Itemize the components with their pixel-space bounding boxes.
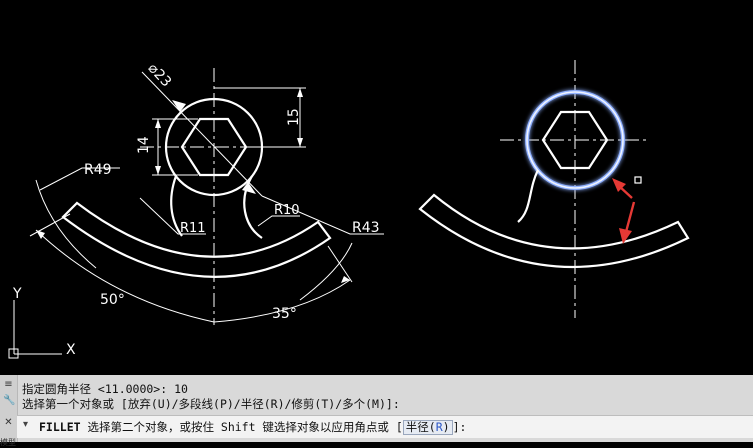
dim-diameter-leader <box>141 71 263 197</box>
option-radius-label: 半径( <box>405 420 436 434</box>
command-history-line: 选择第一个对象或 [放弃(U)/多段线(P)/半径(R)/修剪(T)/多个(M)… <box>22 397 400 411</box>
close-icon[interactable]: ✕ <box>3 417 14 428</box>
ucs-x-label: X <box>66 342 76 358</box>
dim-angle-arc-outer <box>35 179 97 269</box>
command-input[interactable]: ▾ FILLET 选择第二个对象，或按住 Shift 键选择对象以应用角点或 [… <box>17 415 753 438</box>
right-fillet[interactable] <box>517 169 539 223</box>
cad-drawing-canvas[interactable]: ⌀23 14 15 R49 R11 R10 R43 50° 35° Y X <box>0 0 753 375</box>
command-line-panel[interactable]: ≡ 🔧 ✕ 指定圆角半径 <11.0000>: 10 选择第一个对象或 [放弃(… <box>0 375 753 447</box>
command-history-line: 指定圆角半径 <11.0000>: 10 <box>22 382 188 396</box>
option-radius[interactable]: 半径(R) <box>402 420 453 435</box>
red-annotation-arrows <box>612 178 636 244</box>
customize-wrench-icon[interactable]: 🔧 <box>3 395 15 406</box>
dim-angle-50-text: 50° <box>100 292 125 308</box>
ucs-y-label: Y <box>12 286 22 302</box>
prompt-suffix: ]: <box>452 420 467 434</box>
right-arc-band[interactable] <box>418 193 690 268</box>
command-name: FILLET <box>39 420 81 434</box>
command-line-gutter: ≡ 🔧 ✕ <box>0 375 18 442</box>
prompt-text: 选择第二个对象，或按住 Shift 键选择对象以应用角点或 [ <box>80 420 403 434</box>
grip-icon[interactable]: ≡ <box>3 379 14 390</box>
pickbox-cursor <box>634 176 642 184</box>
dim-diameter-text: ⌀23 <box>145 60 175 90</box>
dim-r43-text: R43 <box>352 220 380 236</box>
model-tab[interactable]: 模型 <box>0 437 16 448</box>
dim-14-text: 14 <box>136 136 152 154</box>
right-figure[interactable] <box>418 60 690 318</box>
option-radius-key: R <box>435 420 443 434</box>
ucs-icon <box>8 300 62 359</box>
left-figure[interactable] <box>29 68 384 325</box>
recent-commands-chevron-icon[interactable]: ▾ <box>23 419 28 430</box>
option-radius-close: ) <box>442 420 450 434</box>
dim-r11-text: R11 <box>180 221 206 236</box>
dim-15-text: 15 <box>286 108 302 126</box>
dim-angle-50-arc <box>35 229 215 323</box>
dim-angle-35-text: 35° <box>272 306 297 322</box>
command-prompt: FILLET 选择第二个对象，或按住 Shift 键选择对象以应用角点或 [半径… <box>39 419 466 435</box>
dim-r10-text: R10 <box>274 203 300 218</box>
dim-r49-text: R49 <box>84 162 112 178</box>
